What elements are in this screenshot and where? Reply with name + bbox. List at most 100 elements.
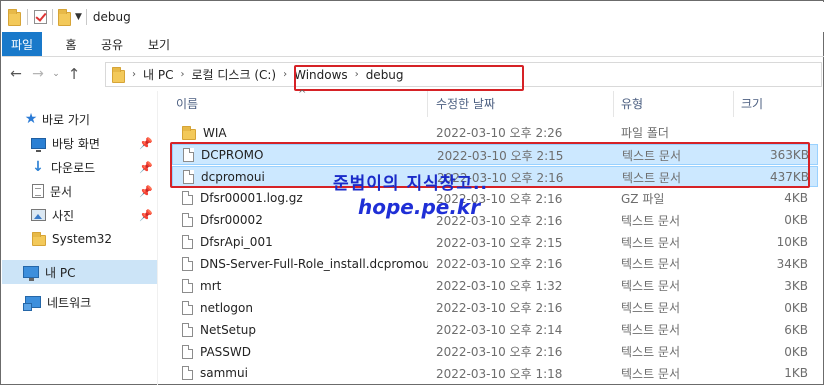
file-size: 34KB [776,256,808,271]
breadcrumb-this-pc[interactable]: 내 PC [143,66,173,83]
sidebar-item-desktop[interactable]: 바탕 화면 📌 [2,131,157,155]
sidebar-item-label: System32 [52,232,113,246]
file-date: 2022-03-10 오후 2:16 [436,345,563,359]
column-header-size[interactable]: 크기 [741,91,811,116]
file-date: 2022-03-10 오후 2:16 [436,257,563,272]
folder-icon [32,232,46,246]
sidebar-item-system32[interactable]: System32 [2,227,157,251]
address-bar[interactable]: › 내 PC › 로컬 디스크 (C:) › Windows › debug [105,62,822,91]
table-row[interactable]: DNS-Server-Full-Role_install.dcpromoui 20… [172,253,818,274]
breadcrumb-separator-icon[interactable]: › [180,69,184,80]
column-header-type[interactable]: 유형 [621,91,731,116]
file-icon [182,366,193,381]
file-size: 4KB [784,191,808,206]
file-date: 2022-03-10 오후 2:15 [436,235,563,250]
file-name-cell[interactable]: NetSetup [182,319,428,340]
file-type: GZ 파일 [621,191,665,206]
file-name-cell[interactable]: netlogon [182,297,428,318]
pin-icon: 📌 [139,184,153,198]
sidebar-item-downloads[interactable]: ↓ 다운로드 📌 [2,155,157,179]
file-name-cell[interactable]: DNS-Server-Full-Role_install.dcpromoui [182,253,428,274]
table-row[interactable]: DfsrApi_001 2022-03-10 오후 2:15 텍스트 문서 10KB [172,232,818,253]
tab-share[interactable]: 공유 [94,32,130,56]
address-highlight-box [294,65,524,91]
star-icon: ★ [24,111,38,127]
file-size: 3KB [784,278,808,293]
table-row[interactable]: Dfsr00001.log.gz 2022-03-10 오후 2:16 GZ 파일 4… [172,188,818,209]
navigation-pane: ★ 바로 가기 바탕 화면 📌 ↓ 다운로드 📌 문서 📌 사진 📌 Syste… [2,91,157,385]
sidebar-item-label: 사진 [52,208,75,223]
file-size: 0KB [784,300,808,315]
sidebar-item-this-pc[interactable]: 내 PC [2,260,157,284]
file-type: 파일 폴더 [621,126,669,140]
title-bar: ▼ debug [2,2,824,32]
file-date: 2022-03-10 오후 2:14 [436,323,563,338]
folder-icon [8,8,21,26]
file-name: netlogon [200,300,253,315]
sidebar-item-label: 바탕 화면 [52,136,100,151]
file-name-cell[interactable]: WIA [182,122,428,143]
file-list: ^ 이름 수정한 날짜 유형 크기 WIA 2022-03-10 오후 2:26 파… [158,89,824,385]
documents-icon [32,184,44,198]
table-row[interactable]: sammui 2022-03-10 오후 1:18 텍스트 문서 1KB [172,363,818,384]
properties-icon[interactable] [34,10,47,24]
watermark-text: 준범이의 지식창고.. [333,174,488,194]
file-name: Dfsr00001.log.gz [200,191,303,206]
file-name-cell[interactable]: PASSWD [182,341,428,362]
back-arrow-icon[interactable]: ← [5,63,27,85]
customize-toolbar-chevron-icon[interactable]: ▼ [75,12,82,22]
file-size: 0KB [784,344,808,359]
tab-home[interactable]: 홈 [54,32,88,56]
tab-file[interactable]: 파일 [2,32,42,56]
divider [52,9,53,25]
table-row[interactable]: mrt 2022-03-10 오후 1:32 텍스트 문서 3KB [172,275,818,296]
divider [85,9,87,25]
table-row[interactable]: Dfsr00002 2022-03-10 오후 2:16 텍스트 문서 0KB [172,210,818,231]
pictures-icon [31,209,46,221]
file-name: WIA [203,125,227,140]
file-name-cell[interactable]: sammui [182,363,428,384]
column-divider[interactable] [427,91,428,117]
network-icon [23,296,41,311]
file-type: 텍스트 문서 [621,279,681,294]
file-icon [182,278,193,293]
file-name: mrt [200,278,222,293]
breadcrumb-local-disk[interactable]: 로컬 디스크 (C:) [191,66,276,83]
tab-view[interactable]: 보기 [142,32,176,56]
up-arrow-icon[interactable]: ↑ [63,63,85,85]
breadcrumb-separator-icon[interactable]: › [132,69,136,80]
file-name: DNS-Server-Full-Role_install.dcpromoui [200,256,428,271]
folder-icon [182,125,196,140]
file-name-cell[interactable]: DfsrApi_001 [182,232,428,253]
file-type: 텍스트 문서 [621,323,681,338]
column-header-date[interactable]: 수정한 날짜 [436,91,606,116]
file-icon [182,256,193,271]
sidebar-item-documents[interactable]: 문서 📌 [2,179,157,203]
file-name: Dfsr00002 [200,213,263,228]
table-row[interactable]: WIA 2022-03-10 오후 2:26 파일 폴더 [172,122,818,143]
table-row[interactable]: NetSetup 2022-03-10 오후 2:14 텍스트 문서 6KB [172,319,818,340]
file-name-cell[interactable]: mrt [182,275,428,296]
table-row[interactable]: netlogon 2022-03-10 오후 2:16 텍스트 문서 0KB [172,297,818,318]
table-row[interactable]: PASSWD 2022-03-10 오후 2:16 텍스트 문서 0KB [172,341,818,362]
sidebar-item-network[interactable]: 네트워크 [2,290,157,314]
sidebar-item-label: 다운로드 [51,160,96,175]
column-divider[interactable] [613,91,614,117]
column-divider[interactable] [733,91,734,117]
new-folder-icon[interactable] [58,8,71,26]
breadcrumb-separator-icon[interactable]: › [283,69,287,80]
sidebar-item-label: 바로 가기 [42,112,90,127]
file-date: 2022-03-10 오후 2:16 [436,301,563,316]
sidebar-item-quick-access[interactable]: ★ 바로 가기 [2,107,157,131]
sidebar-item-pictures[interactable]: 사진 📌 [2,203,157,227]
file-icon [182,322,193,337]
file-type: 텍스트 문서 [621,213,681,228]
desktop-icon [31,137,46,152]
column-header-name[interactable]: 이름 [176,91,416,116]
forward-arrow-icon[interactable]: → [27,63,49,85]
file-type: 텍스트 문서 [621,257,681,272]
recent-locations-chevron-icon[interactable]: ⌄ [49,63,63,85]
file-name: PASSWD [200,344,252,359]
file-icon [182,235,193,249]
file-type: 텍스트 문서 [621,301,681,316]
